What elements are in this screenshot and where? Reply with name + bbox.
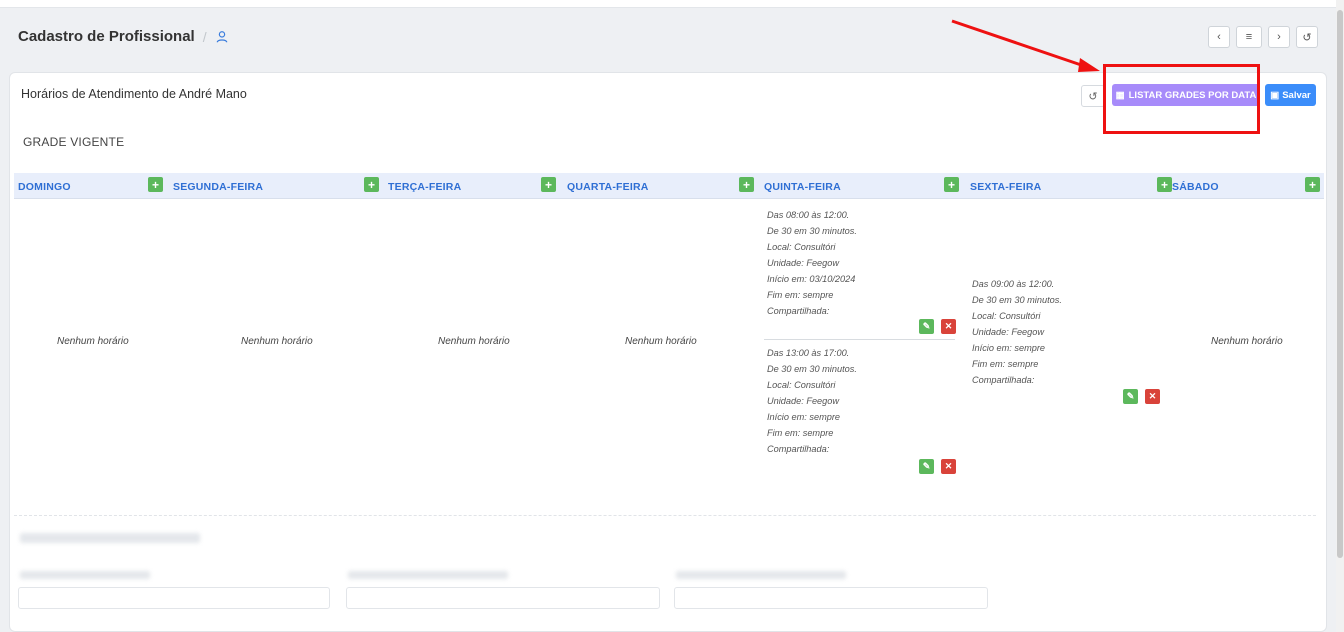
page-header: Cadastro de Profissional /	[18, 28, 229, 45]
edit-icon: ✎	[922, 321, 931, 331]
blurred-section-heading	[20, 533, 200, 543]
slot-local: Local: Consultóri	[767, 242, 836, 252]
slot-shared: Compartilhada:	[767, 444, 830, 454]
schedule-slot: Das 08:00 às 12:00. De 30 em 30 minutos.…	[767, 207, 857, 319]
delete-slot-button[interactable]: ✕	[1145, 389, 1160, 404]
close-icon: ✕	[944, 321, 953, 331]
day-thursday: QUINTA-FEIRA	[764, 181, 841, 193]
save-button[interactable]: ▣ Salvar	[1265, 84, 1316, 106]
slot-start: Início em: sempre	[767, 412, 841, 422]
empty-tuesday: Nenhum horário	[438, 336, 510, 347]
page-title: Cadastro de Profissional	[18, 28, 195, 45]
slot-end: Fim em: sempre	[972, 359, 1039, 369]
slot-local: Local: Consultóri	[972, 311, 1041, 321]
chevron-left-icon: ‹	[1217, 31, 1221, 43]
save-label: Salvar	[1282, 89, 1311, 101]
schedule-slot: Das 13:00 às 17:00. De 30 em 30 minutos.…	[767, 345, 857, 457]
add-monday-button[interactable]: +	[364, 177, 379, 192]
chevron-right-icon: ›	[1277, 31, 1281, 43]
add-tuesday-button[interactable]: +	[541, 177, 556, 192]
section-title: GRADE VIGENTE	[23, 135, 125, 149]
breadcrumb-separator: /	[202, 28, 207, 45]
day-friday: SEXTA-FEIRA	[970, 181, 1042, 193]
user-icon[interactable]	[215, 30, 229, 44]
close-icon: ✕	[944, 461, 953, 471]
edit-slot-button[interactable]: ✎	[919, 319, 934, 334]
annotation-highlight-box	[1103, 64, 1260, 134]
scrollbar-thumb[interactable]	[1337, 10, 1343, 558]
plus-icon: +	[151, 177, 159, 192]
slot-unit: Unidade: Feegow	[972, 327, 1045, 337]
card-title: Horários de Atendimento de André Mano	[21, 87, 247, 101]
slot-unit: Unidade: Feegow	[767, 396, 840, 406]
slot-end: Fim em: sempre	[767, 428, 834, 438]
history-icon: ↺	[1302, 31, 1312, 44]
slot-shared: Compartilhada:	[767, 306, 830, 316]
history-button[interactable]: ↺	[1296, 26, 1318, 48]
edit-slot-button[interactable]: ✎	[919, 459, 934, 474]
slot-hours: Das 13:00 às 17:00.	[767, 348, 850, 358]
empty-wednesday: Nenhum horário	[625, 336, 697, 347]
day-monday: SEGUNDA-FEIRA	[173, 181, 264, 193]
list-button[interactable]: ≡	[1236, 26, 1262, 48]
slot-interval: De 30 em 30 minutos.	[972, 295, 1062, 305]
add-friday-button[interactable]: +	[1157, 177, 1172, 192]
day-wednesday: QUARTA-FEIRA	[567, 181, 649, 193]
add-thursday-button[interactable]: +	[944, 177, 959, 192]
slot-hours: Das 08:00 às 12:00.	[767, 210, 850, 220]
blurred-field-label	[348, 571, 508, 579]
day-sunday: DOMINGO	[18, 181, 71, 193]
plus-icon: +	[947, 177, 955, 192]
edit-icon: ✎	[922, 461, 931, 471]
slot-start: Início em: sempre	[972, 343, 1046, 353]
blurred-input[interactable]	[674, 587, 988, 609]
plus-icon: +	[544, 177, 552, 192]
empty-monday: Nenhum horário	[241, 336, 313, 347]
plus-icon: +	[1160, 177, 1168, 192]
slot-hours: Das 09:00 às 12:00.	[972, 279, 1055, 289]
slot-shared: Compartilhada:	[972, 375, 1035, 385]
top-bar	[0, 0, 1336, 8]
schedule-card: Horários de Atendimento de André Mano ↺ …	[9, 72, 1327, 632]
section-divider	[14, 515, 1316, 516]
schedule-slot: Das 09:00 às 12:00. De 30 em 30 minutos.…	[972, 276, 1062, 388]
plus-icon: +	[742, 177, 750, 192]
blurred-input[interactable]	[346, 587, 660, 609]
blurred-field-label	[676, 571, 846, 579]
slot-interval: De 30 em 30 minutos.	[767, 226, 857, 236]
slot-local: Local: Consultóri	[767, 380, 836, 390]
scrollbar[interactable]	[1336, 0, 1344, 632]
edit-slot-button[interactable]: ✎	[1123, 389, 1138, 404]
blurred-input[interactable]	[18, 587, 330, 609]
edit-icon: ✎	[1126, 391, 1135, 401]
add-wednesday-button[interactable]: +	[739, 177, 754, 192]
floppy-icon: ▣	[1270, 89, 1280, 101]
empty-saturday: Nenhum horário	[1211, 336, 1283, 347]
next-button[interactable]: ›	[1268, 26, 1290, 48]
day-tuesday: TERÇA-FEIRA	[388, 181, 462, 193]
add-saturday-button[interactable]: +	[1305, 177, 1320, 192]
slot-unit: Unidade: Feegow	[767, 258, 840, 268]
list-icon: ≡	[1245, 31, 1253, 43]
day-saturday: SÁBADO	[1172, 181, 1219, 193]
close-icon: ✕	[1148, 391, 1157, 401]
previous-button[interactable]: ‹	[1208, 26, 1230, 48]
delete-slot-button[interactable]: ✕	[941, 459, 956, 474]
empty-sunday: Nenhum horário	[57, 336, 129, 347]
plus-icon: +	[1308, 177, 1316, 192]
add-sunday-button[interactable]: +	[148, 177, 163, 192]
plus-icon: +	[367, 177, 375, 192]
weekday-header: DOMINGO + SEGUNDA-FEIRA + TERÇA-FEIRA + …	[14, 173, 1324, 199]
delete-slot-button[interactable]: ✕	[941, 319, 956, 334]
history-icon: ↺	[1088, 90, 1098, 103]
slot-start: Início em: 03/10/2024	[767, 274, 856, 284]
record-navigation: ‹ ≡ › ↺	[1208, 26, 1318, 48]
slot-divider	[764, 339, 955, 340]
slot-interval: De 30 em 30 minutos.	[767, 364, 857, 374]
blurred-field-label	[20, 571, 150, 579]
slot-end: Fim em: sempre	[767, 290, 834, 300]
card-history-button[interactable]: ↺	[1081, 85, 1105, 107]
